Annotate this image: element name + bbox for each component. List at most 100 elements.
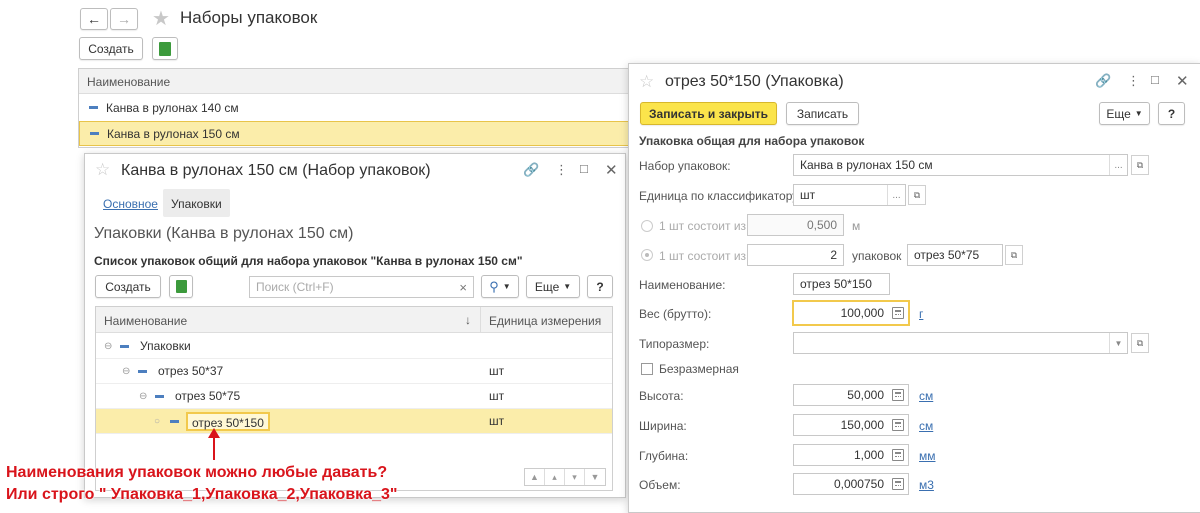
list-item[interactable]: Канва в рулонах 140 см — [79, 95, 637, 120]
collapse-icon[interactable]: ⊖ — [104, 341, 112, 352]
collapse-icon[interactable]: ⊖ — [122, 366, 130, 377]
width-unit-link[interactable]: см — [919, 419, 933, 433]
select-dots-icon[interactable]: ... — [887, 185, 905, 205]
table-row[interactable]: ⊖ отрез 50*75 шт — [96, 384, 612, 409]
column-header-name[interactable]: Наименование — [104, 314, 187, 328]
volume-field[interactable]: 0,000750 — [793, 473, 909, 495]
scroll-top-icon[interactable]: ▲ — [525, 469, 545, 485]
create-button[interactable]: Создать — [95, 275, 161, 298]
chevron-down-icon[interactable]: ▼ — [1109, 333, 1127, 353]
package-set-label: Набор упаковок: — [639, 159, 731, 173]
name-field[interactable]: отрез 50*150 — [793, 273, 890, 295]
dimensionless-checkbox[interactable] — [641, 363, 653, 375]
link-icon[interactable]: 🔗 — [1095, 73, 1111, 89]
weight-field[interactable]: 100,000 — [792, 300, 910, 326]
maximize-icon[interactable]: □ — [580, 161, 588, 176]
width-field[interactable]: 150,000 — [793, 414, 909, 436]
tree-item-label: отрез 50*37 — [158, 364, 224, 378]
size-type-field[interactable]: ▼ — [793, 332, 1128, 354]
depth-field[interactable]: 1,000 — [793, 444, 909, 466]
save-and-close-button[interactable]: Записать и закрыть — [640, 102, 777, 125]
close-icon[interactable]: ✕ — [605, 161, 618, 179]
consists-package-field[interactable]: отрез 50*75 — [907, 244, 1003, 266]
weight-value: 100,000 — [840, 306, 884, 320]
calculator-icon[interactable] — [892, 307, 904, 319]
scroll-up-icon[interactable]: ▴ — [545, 469, 565, 485]
annotation-line-1: Наименования упаковок можно любые давать… — [6, 464, 388, 481]
forward-button[interactable]: → — [110, 8, 138, 30]
section-title: Упаковка общая для набора упаковок — [639, 134, 865, 148]
consists-meters-radio[interactable] — [641, 220, 653, 232]
favorite-star-icon[interactable]: ★ — [152, 6, 170, 31]
arrow-right-icon: → — [117, 11, 131, 27]
column-header-unit[interactable]: Единица измерения — [489, 314, 601, 328]
create-button[interactable]: Создать — [79, 37, 143, 60]
package-set-window: ☆ Канва в рулонах 150 см (Набор упаковок… — [84, 153, 626, 498]
width-label: Ширина: — [639, 419, 687, 433]
back-button[interactable]: ← — [80, 8, 108, 30]
clear-search-icon[interactable]: × — [459, 280, 467, 295]
window-title: отрез 50*150 (Упаковка) — [665, 73, 844, 90]
open-icon[interactable]: ⧉ — [1131, 333, 1149, 353]
calculator-icon[interactable] — [892, 478, 904, 490]
search-button[interactable]: ⚲ ▼ — [481, 275, 519, 298]
table-row[interactable]: ⊖ отрез 50*37 шт — [96, 359, 612, 384]
consists-meters-field[interactable]: 0,500 — [747, 214, 844, 236]
open-icon[interactable]: ⧉ — [1005, 245, 1023, 265]
depth-unit-link[interactable]: мм — [919, 449, 936, 463]
height-unit-link[interactable]: см — [919, 389, 933, 403]
more-actions-icon[interactable]: ⋮ — [1127, 73, 1140, 89]
calculator-icon[interactable] — [892, 449, 904, 461]
favorite-star-icon[interactable]: ☆ — [639, 72, 654, 92]
tree-item-label[interactable]: отрез 50*150 — [186, 412, 270, 431]
scroll-down-icon[interactable]: ▾ — [565, 469, 585, 485]
help-button[interactable]: ? — [587, 275, 613, 298]
consists-packages-field[interactable]: 2 — [747, 244, 844, 266]
tab-main[interactable]: Основное — [103, 197, 158, 211]
width-value: 150,000 — [840, 418, 884, 432]
weight-unit-link[interactable]: г — [919, 307, 923, 321]
select-dots-icon[interactable]: ... — [1109, 155, 1127, 175]
item-marker-icon — [89, 106, 98, 109]
help-button[interactable]: ? — [1158, 102, 1185, 125]
table-row-selected[interactable]: ○ отрез 50*150 шт — [96, 409, 612, 434]
tab-packages[interactable]: Упаковки — [163, 189, 230, 217]
open-icon[interactable]: ⧉ — [908, 185, 926, 205]
scroll-bottom-icon[interactable]: ▼ — [585, 469, 605, 485]
annotation-line-2: Или строго " Упаковка_1,Упаковка_2,Упако… — [6, 486, 398, 503]
unit-field[interactable]: шт ... — [793, 184, 906, 206]
more-actions-icon[interactable]: ⋮ — [555, 162, 568, 178]
list-item-selected[interactable]: Канва в рулонах 150 см — [79, 121, 637, 146]
sort-arrow-icon: ↓ — [465, 313, 471, 327]
leaf-icon: ○ — [154, 415, 161, 427]
volume-unit-link[interactable]: м3 — [919, 478, 934, 492]
package-window: ☆ отрез 50*150 (Упаковка) 🔗 ⋮ □ ✕ Записа… — [628, 63, 1200, 513]
close-icon[interactable]: ✕ — [1176, 72, 1189, 90]
collapse-icon[interactable]: ⊖ — [139, 391, 147, 402]
package-set-field[interactable]: Канва в рулонах 150 см ... — [793, 154, 1128, 176]
page-title: Наборы упаковок — [180, 8, 318, 27]
excel-export-button[interactable] — [152, 37, 178, 60]
tree-item-label: Упаковки — [140, 339, 191, 353]
maximize-icon[interactable]: □ — [1151, 72, 1159, 87]
column-header-name[interactable]: Наименование — [87, 75, 170, 89]
open-icon[interactable]: ⧉ — [1131, 155, 1149, 175]
search-placeholder: Поиск (Ctrl+F) — [256, 280, 334, 294]
calculator-icon[interactable] — [892, 419, 904, 431]
favorite-star-icon[interactable]: ☆ — [95, 160, 110, 180]
link-icon[interactable]: 🔗 — [523, 162, 539, 178]
more-button[interactable]: Еще ▼ — [1099, 102, 1150, 125]
calculator-icon[interactable] — [892, 389, 904, 401]
unit-value: шт — [800, 188, 816, 202]
save-button[interactable]: Записать — [786, 102, 859, 125]
excel-export-button[interactable] — [169, 275, 193, 298]
height-field[interactable]: 50,000 — [793, 384, 909, 406]
excel-icon — [175, 280, 187, 293]
consists-packages-radio[interactable] — [641, 249, 653, 261]
item-marker-icon — [90, 132, 99, 135]
section-title: Упаковки (Канва в рулонах 150 см) — [94, 225, 354, 242]
more-button[interactable]: Еще ▼ — [526, 275, 580, 298]
table-row[interactable]: ⊖ Упаковки — [96, 334, 612, 359]
package-set-value: Канва в рулонах 150 см — [800, 158, 933, 172]
search-input[interactable]: Поиск (Ctrl+F) × — [249, 276, 474, 298]
